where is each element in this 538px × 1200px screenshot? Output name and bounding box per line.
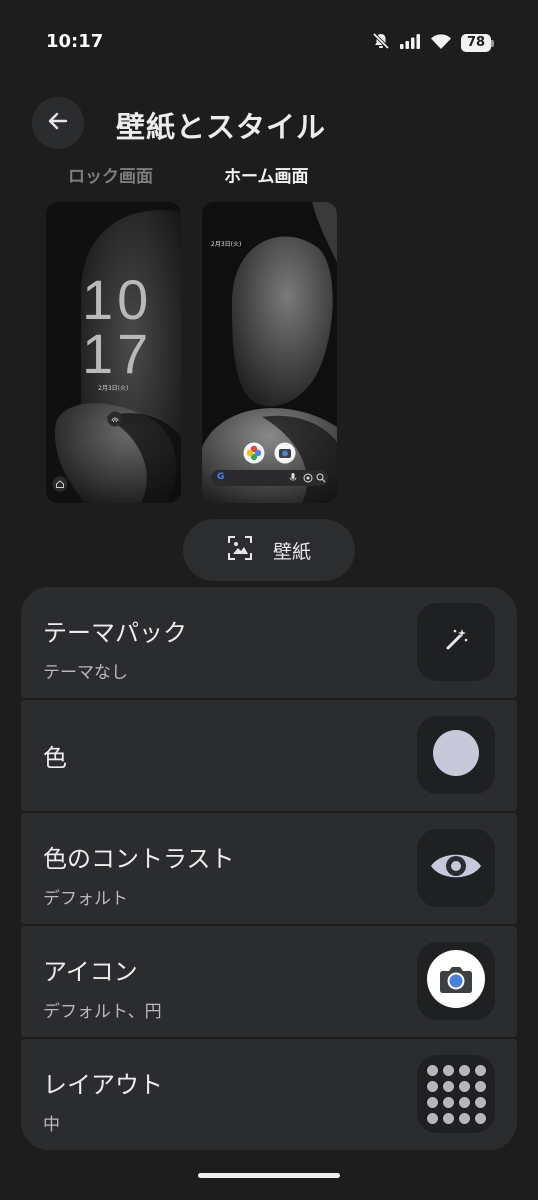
setting-title: アイコン bbox=[43, 958, 138, 986]
lock-clock-hour: 10 bbox=[82, 268, 153, 331]
tab-lock-screen[interactable]: ロック画面 bbox=[68, 162, 153, 187]
setting-title: テーマパック bbox=[43, 619, 187, 647]
style-settings-list: テーマパック テーマなし 色 色のコントラスト デフォルト アイコン デフォルト… bbox=[21, 587, 517, 1152]
home-search-bar: G bbox=[211, 470, 328, 486]
setting-color-contrast[interactable]: 色のコントラスト デフォルト bbox=[21, 813, 517, 924]
signal-icon bbox=[399, 33, 421, 53]
back-button[interactable] bbox=[32, 97, 84, 149]
setting-title: 色 bbox=[43, 744, 67, 772]
camera-icon bbox=[427, 950, 485, 1012]
eye-icon bbox=[429, 849, 483, 887]
battery-nub bbox=[491, 39, 494, 47]
lock-clock-minute: 17 bbox=[82, 322, 153, 385]
battery-level: 78 bbox=[461, 34, 491, 52]
magic-wand-icon bbox=[442, 626, 470, 658]
page-title: 壁紙とスタイル bbox=[116, 110, 327, 144]
gesture-home-bar[interactable] bbox=[198, 1173, 340, 1178]
setting-color[interactable]: 色 bbox=[21, 700, 517, 811]
setting-subtitle: デフォルト bbox=[43, 889, 128, 909]
color-swatch-icon bbox=[432, 729, 480, 781]
setting-subtitle: 中 bbox=[43, 1115, 60, 1135]
setting-title: レイアウト bbox=[43, 1071, 163, 1099]
battery-indicator: 78 bbox=[461, 34, 494, 52]
setting-icon-box bbox=[417, 716, 495, 794]
setting-icon-box bbox=[417, 603, 495, 681]
google-logo-icon: G bbox=[217, 472, 225, 482]
setting-icon-box bbox=[417, 942, 495, 1020]
tab-home-screen[interactable]: ホーム画面 bbox=[224, 162, 309, 187]
wallpaper-button[interactable]: 壁紙 bbox=[183, 519, 355, 581]
lock-screen-preview[interactable]: 10 17 2月3日(火) bbox=[46, 202, 181, 503]
setting-icon[interactable]: アイコン デフォルト、円 bbox=[21, 926, 517, 1037]
setting-layout[interactable]: レイアウト 中 bbox=[21, 1039, 517, 1150]
mute-icon bbox=[372, 32, 390, 54]
setting-subtitle: デフォルト、円 bbox=[43, 1002, 162, 1022]
setting-text: テーマパック テーマなし bbox=[43, 613, 187, 683]
setting-icon-box bbox=[417, 829, 495, 907]
status-time: 10:17 bbox=[46, 31, 104, 52]
wifi-icon bbox=[430, 33, 452, 54]
status-icons: 78 bbox=[372, 32, 494, 54]
setting-text: レイアウト 中 bbox=[43, 1065, 163, 1135]
lock-date: 2月3日(火) bbox=[98, 385, 129, 392]
home-date: 2月3日(火) bbox=[211, 241, 242, 248]
setting-text: 色 bbox=[43, 738, 67, 773]
image-icon bbox=[227, 535, 253, 565]
setting-theme-pack[interactable]: テーマパック テーマなし bbox=[21, 587, 517, 698]
wallpaper-button-label: 壁紙 bbox=[272, 540, 311, 563]
setting-text: 色のコントラスト デフォルト bbox=[43, 839, 235, 909]
home-screen-preview[interactable]: 2月3日(火) G bbox=[202, 202, 337, 503]
grid-dots-icon bbox=[426, 1064, 486, 1124]
status-bar: 10:17 78 bbox=[0, 0, 538, 88]
setting-subtitle: テーマなし bbox=[43, 663, 128, 683]
setting-icon-box bbox=[417, 1055, 495, 1133]
setting-title: 色のコントラスト bbox=[43, 845, 235, 873]
back-arrow-icon bbox=[46, 109, 70, 137]
setting-text: アイコン デフォルト、円 bbox=[43, 952, 162, 1022]
